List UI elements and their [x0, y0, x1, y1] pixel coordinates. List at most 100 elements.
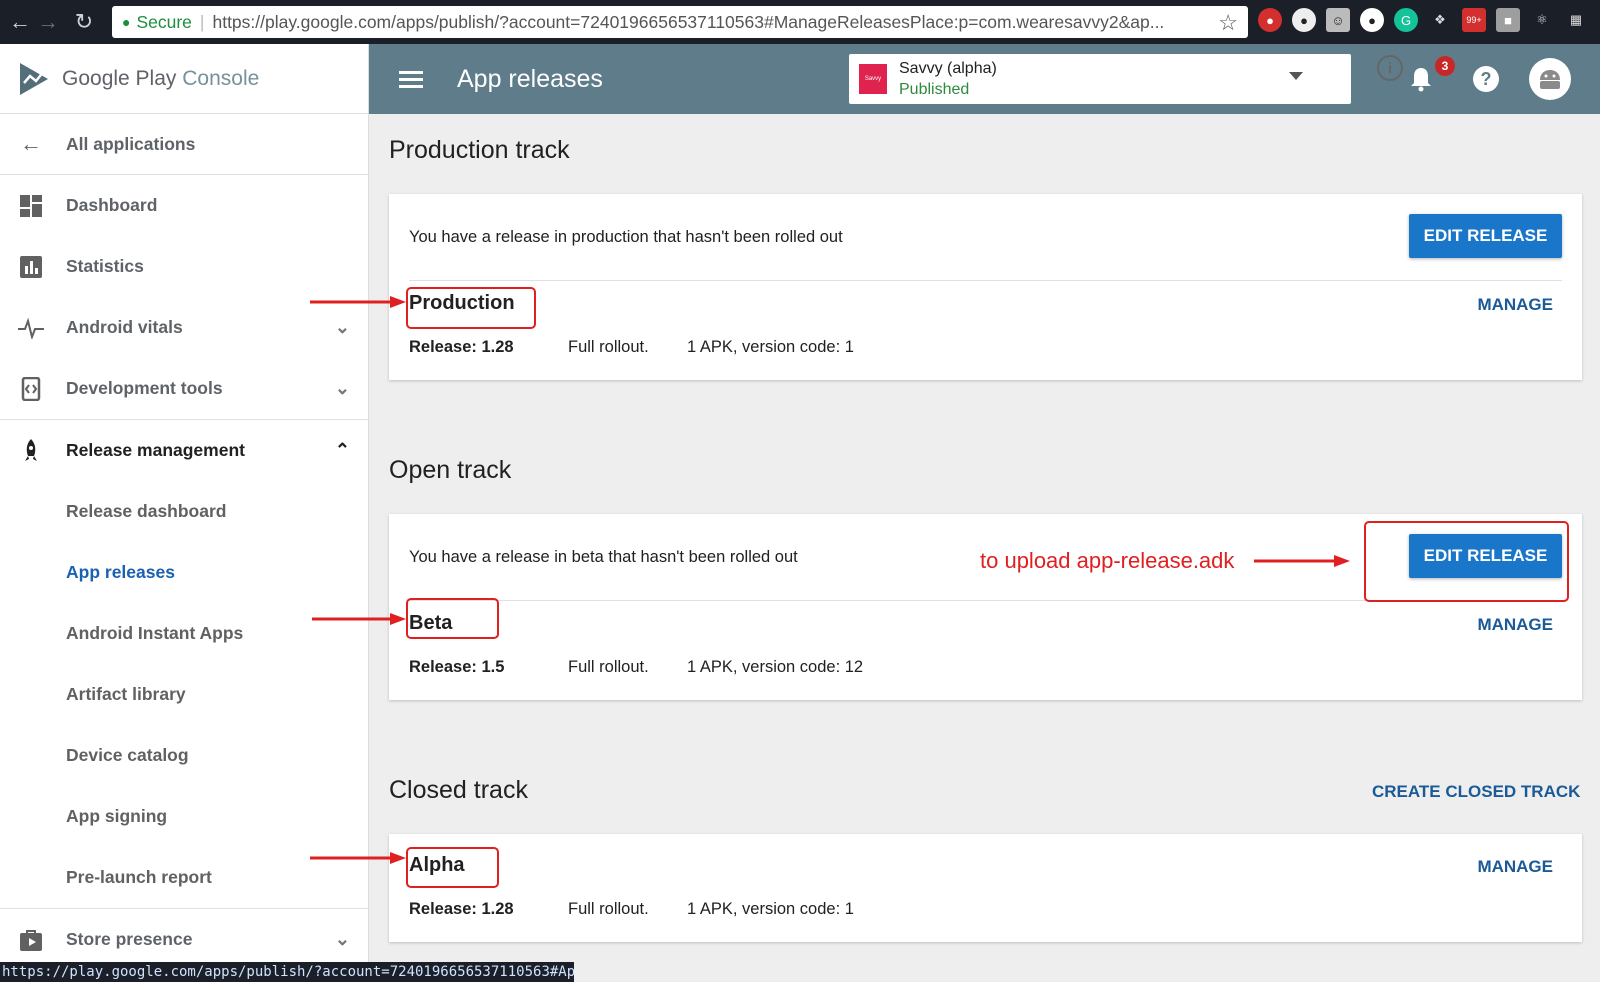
closed-track-title: Closed track — [389, 776, 528, 804]
open-message: You have a release in beta that hasn't b… — [409, 548, 798, 566]
annotation-text: to upload app-release.adk — [980, 548, 1235, 573]
avatar[interactable] — [1529, 58, 1571, 100]
logo-google-text: Google Play — [62, 66, 177, 90]
beta-highlight-box — [406, 598, 499, 639]
production-manage-link[interactable]: MANAGE — [1477, 295, 1553, 315]
sidebar-item-label: Android vitals — [66, 317, 183, 337]
chevron-down-icon: ⌄ — [334, 929, 350, 949]
sidebar-item-release-management[interactable]: Release management ⌃ — [0, 420, 368, 481]
bottom-strip — [574, 962, 1600, 982]
android-avatar-icon — [1540, 70, 1560, 89]
notification-bell-icon[interactable] — [1409, 66, 1433, 92]
secure-label: Secure — [136, 11, 192, 32]
release-apk: 1 APK, version code: 1 — [687, 900, 854, 918]
create-closed-track-link[interactable]: CREATE CLOSED TRACK — [1372, 782, 1580, 802]
page-title: App releases — [457, 64, 603, 93]
sidebar-subitem-release-dashboard[interactable]: Release dashboard — [0, 481, 368, 542]
address-bar[interactable]: ● Secure | https://play.google.com/apps/… — [112, 6, 1248, 38]
sidebar-item-store-presence[interactable]: Store presence ⌄ — [0, 909, 368, 970]
lock-icon: ● — [122, 14, 131, 30]
sidebar-item-label: Release management — [66, 440, 245, 460]
logo-console-text: Console — [182, 66, 260, 90]
sidebar: Google Play Console ← All applications D… — [0, 44, 369, 962]
dropdown-caret-icon — [1289, 72, 1303, 80]
reload-icon[interactable]: ↻ — [70, 9, 98, 35]
alpha-highlight-box — [406, 847, 499, 888]
sidebar-item-label: Store presence — [66, 929, 193, 949]
release-version: Release: 1.28 — [409, 338, 514, 356]
release-apk: 1 APK, version code: 12 — [687, 658, 864, 676]
open-manage-link[interactable]: MANAGE — [1477, 615, 1553, 635]
sidebar-item-label: All applications — [66, 133, 196, 154]
production-track-title: Production track — [389, 136, 570, 164]
play-console-logo[interactable]: Google Play Console — [0, 44, 368, 114]
menu-icon[interactable] — [399, 67, 423, 92]
rocket-icon — [18, 438, 44, 464]
open-release-info: Release: 1.5 Full rollout. 1 APK, versio… — [409, 658, 863, 677]
play-console-logo-icon — [20, 62, 48, 95]
sidebar-subitem-device-catalog[interactable]: Device catalog — [0, 725, 368, 786]
release-version: Release: 1.28 — [409, 900, 514, 918]
info-icon[interactable]: i — [1377, 55, 1403, 81]
back-arrow-icon[interactable]: ← — [6, 9, 34, 35]
beta-arrow — [312, 613, 406, 625]
address-separator: | — [199, 11, 205, 32]
production-highlight-box — [406, 287, 536, 329]
app-header: App releases Savvy Savvy (alpha) Publish… — [369, 44, 1600, 114]
browser-status-bar: https://play.google.com/apps/publish/?ac… — [0, 962, 574, 982]
sidebar-item-all-applications[interactable]: ← All applications — [0, 114, 368, 174]
sidebar-subitem-app-signing[interactable]: App signing — [0, 786, 368, 847]
sidebar-item-dashboard[interactable]: Dashboard — [0, 175, 368, 236]
alpha-arrow — [310, 852, 406, 864]
sidebar-subitem-artifact-library[interactable]: Artifact library — [0, 664, 368, 725]
bookmark-star-icon[interactable]: ☆ — [1218, 10, 1238, 36]
dropbox-extension-icon[interactable]: ❖ — [1428, 8, 1452, 32]
sidebar-item-development-tools[interactable]: Development tools ⌄ — [0, 358, 368, 419]
production-edit-release-button[interactable]: EDIT RELEASE — [1409, 214, 1562, 258]
more-extension-icon[interactable]: ▦ — [1564, 8, 1588, 32]
release-apk: 1 APK, version code: 1 — [687, 338, 854, 356]
bar-chart-icon — [18, 254, 44, 280]
closed-card: Alpha MANAGE Release: 1.28 Full rollout.… — [389, 834, 1582, 942]
circle-extension-icon[interactable]: ● — [1292, 8, 1316, 32]
sidebar-item-label: Development tools — [66, 378, 223, 398]
production-card: You have a release in production that ha… — [389, 194, 1582, 380]
mail-extension-icon[interactable]: 99+ — [1462, 8, 1486, 32]
shield-extension-icon[interactable]: ● — [1258, 8, 1282, 32]
url-text: https://play.google.com/apps/publish/?ac… — [212, 11, 1165, 32]
face-extension-icon[interactable]: ☺ — [1326, 8, 1350, 32]
release-version: Release: 1.5 — [409, 658, 505, 676]
app-thumbnail: Savvy — [859, 64, 887, 94]
back-arrow-icon: ← — [20, 131, 42, 156]
chevron-down-icon: ⌄ — [334, 317, 350, 337]
chevron-down-icon: ⌄ — [334, 378, 350, 398]
app-status: Published — [899, 80, 970, 98]
chevron-up-icon: ⌃ — [334, 440, 350, 460]
code-tools-icon — [18, 376, 44, 402]
browser-toolbar: ← → ↻ ● Secure | https://play.google.com… — [0, 0, 1600, 44]
app-selector[interactable]: Savvy Savvy (alpha) Published — [849, 54, 1351, 104]
help-icon[interactable]: ? — [1473, 66, 1499, 92]
sidebar-item-statistics[interactable]: Statistics — [0, 236, 368, 297]
sidebar-item-label: Statistics — [66, 256, 144, 276]
production-arrow — [310, 296, 406, 308]
sidebar-item-label: Dashboard — [66, 195, 158, 215]
notification-badge: 3 — [1435, 56, 1455, 76]
edit-release-highlight-box — [1364, 521, 1569, 602]
react-extension-icon[interactable]: ⚛ — [1530, 8, 1554, 32]
store-bag-icon — [18, 927, 44, 953]
grammarly-extension-icon[interactable]: G — [1394, 8, 1418, 32]
panda-extension-icon[interactable]: ● — [1360, 8, 1384, 32]
dashboard-icon — [18, 193, 44, 219]
production-release-info: Release: 1.28 Full rollout. 1 APK, versi… — [409, 338, 854, 357]
forward-arrow-icon[interactable]: → — [34, 9, 62, 35]
closed-manage-link[interactable]: MANAGE — [1477, 857, 1553, 877]
sidebar-subitem-app-releases[interactable]: App releases — [0, 542, 368, 603]
pulse-icon — [18, 315, 44, 341]
card-divider — [409, 280, 1562, 281]
extension-icons: ● ● ☺ ● G ❖ 99+ ■ ⚛ ▦ — [1258, 8, 1588, 32]
image-extension-icon[interactable]: ■ — [1496, 8, 1520, 32]
production-message: You have a release in production that ha… — [409, 228, 843, 246]
release-rollout: Full rollout. — [568, 900, 649, 918]
release-rollout: Full rollout. — [568, 338, 649, 356]
